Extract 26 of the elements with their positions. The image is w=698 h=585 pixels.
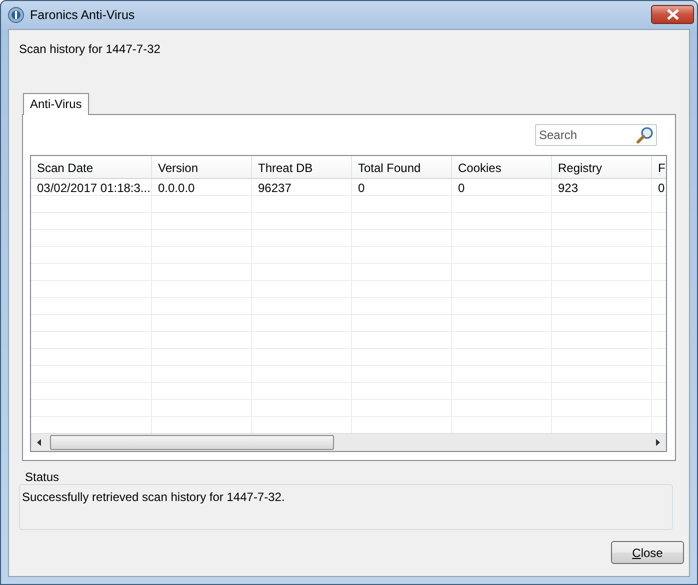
column-header[interactable]: Scan Date — [31, 156, 152, 179]
close-icon — [666, 8, 680, 20]
table-cell: 0 — [652, 179, 666, 196]
column-header[interactable]: Cookies — [452, 156, 552, 179]
scroll-thumb[interactable] — [50, 435, 334, 450]
table-cell: 03/02/2017 01:18:3... — [31, 179, 152, 196]
horizontal-scrollbar[interactable] — [31, 433, 666, 451]
column-header[interactable]: Threat DB — [252, 156, 352, 179]
window-title: Faronics Anti-Virus — [30, 8, 135, 22]
table-cell: 0.0.0.0 — [152, 179, 252, 196]
heading: Scan history for 1447-7-32 — [19, 42, 162, 56]
column-header[interactable]: Version — [152, 156, 252, 179]
tab[interactable]: Anti-Virus — [23, 93, 89, 115]
search-field[interactable]: Search — [535, 124, 657, 146]
table-cell: 0 — [452, 179, 552, 196]
close-button[interactable] — [651, 4, 694, 24]
status-title: Status — [25, 470, 60, 484]
table-cell: 96237 — [252, 179, 352, 196]
table-cell: 923 — [552, 179, 652, 196]
column-header[interactable]: Registry — [552, 156, 652, 179]
table-cell: 0 — [352, 179, 452, 196]
close-dialog-button[interactable]: Close — [611, 541, 684, 564]
app-icon — [8, 7, 24, 23]
column-header[interactable]: Total Found — [352, 156, 452, 179]
status-message: Successfully retrieved scan history for 1447-7-32. — [22, 490, 285, 504]
search-icon — [636, 126, 654, 144]
